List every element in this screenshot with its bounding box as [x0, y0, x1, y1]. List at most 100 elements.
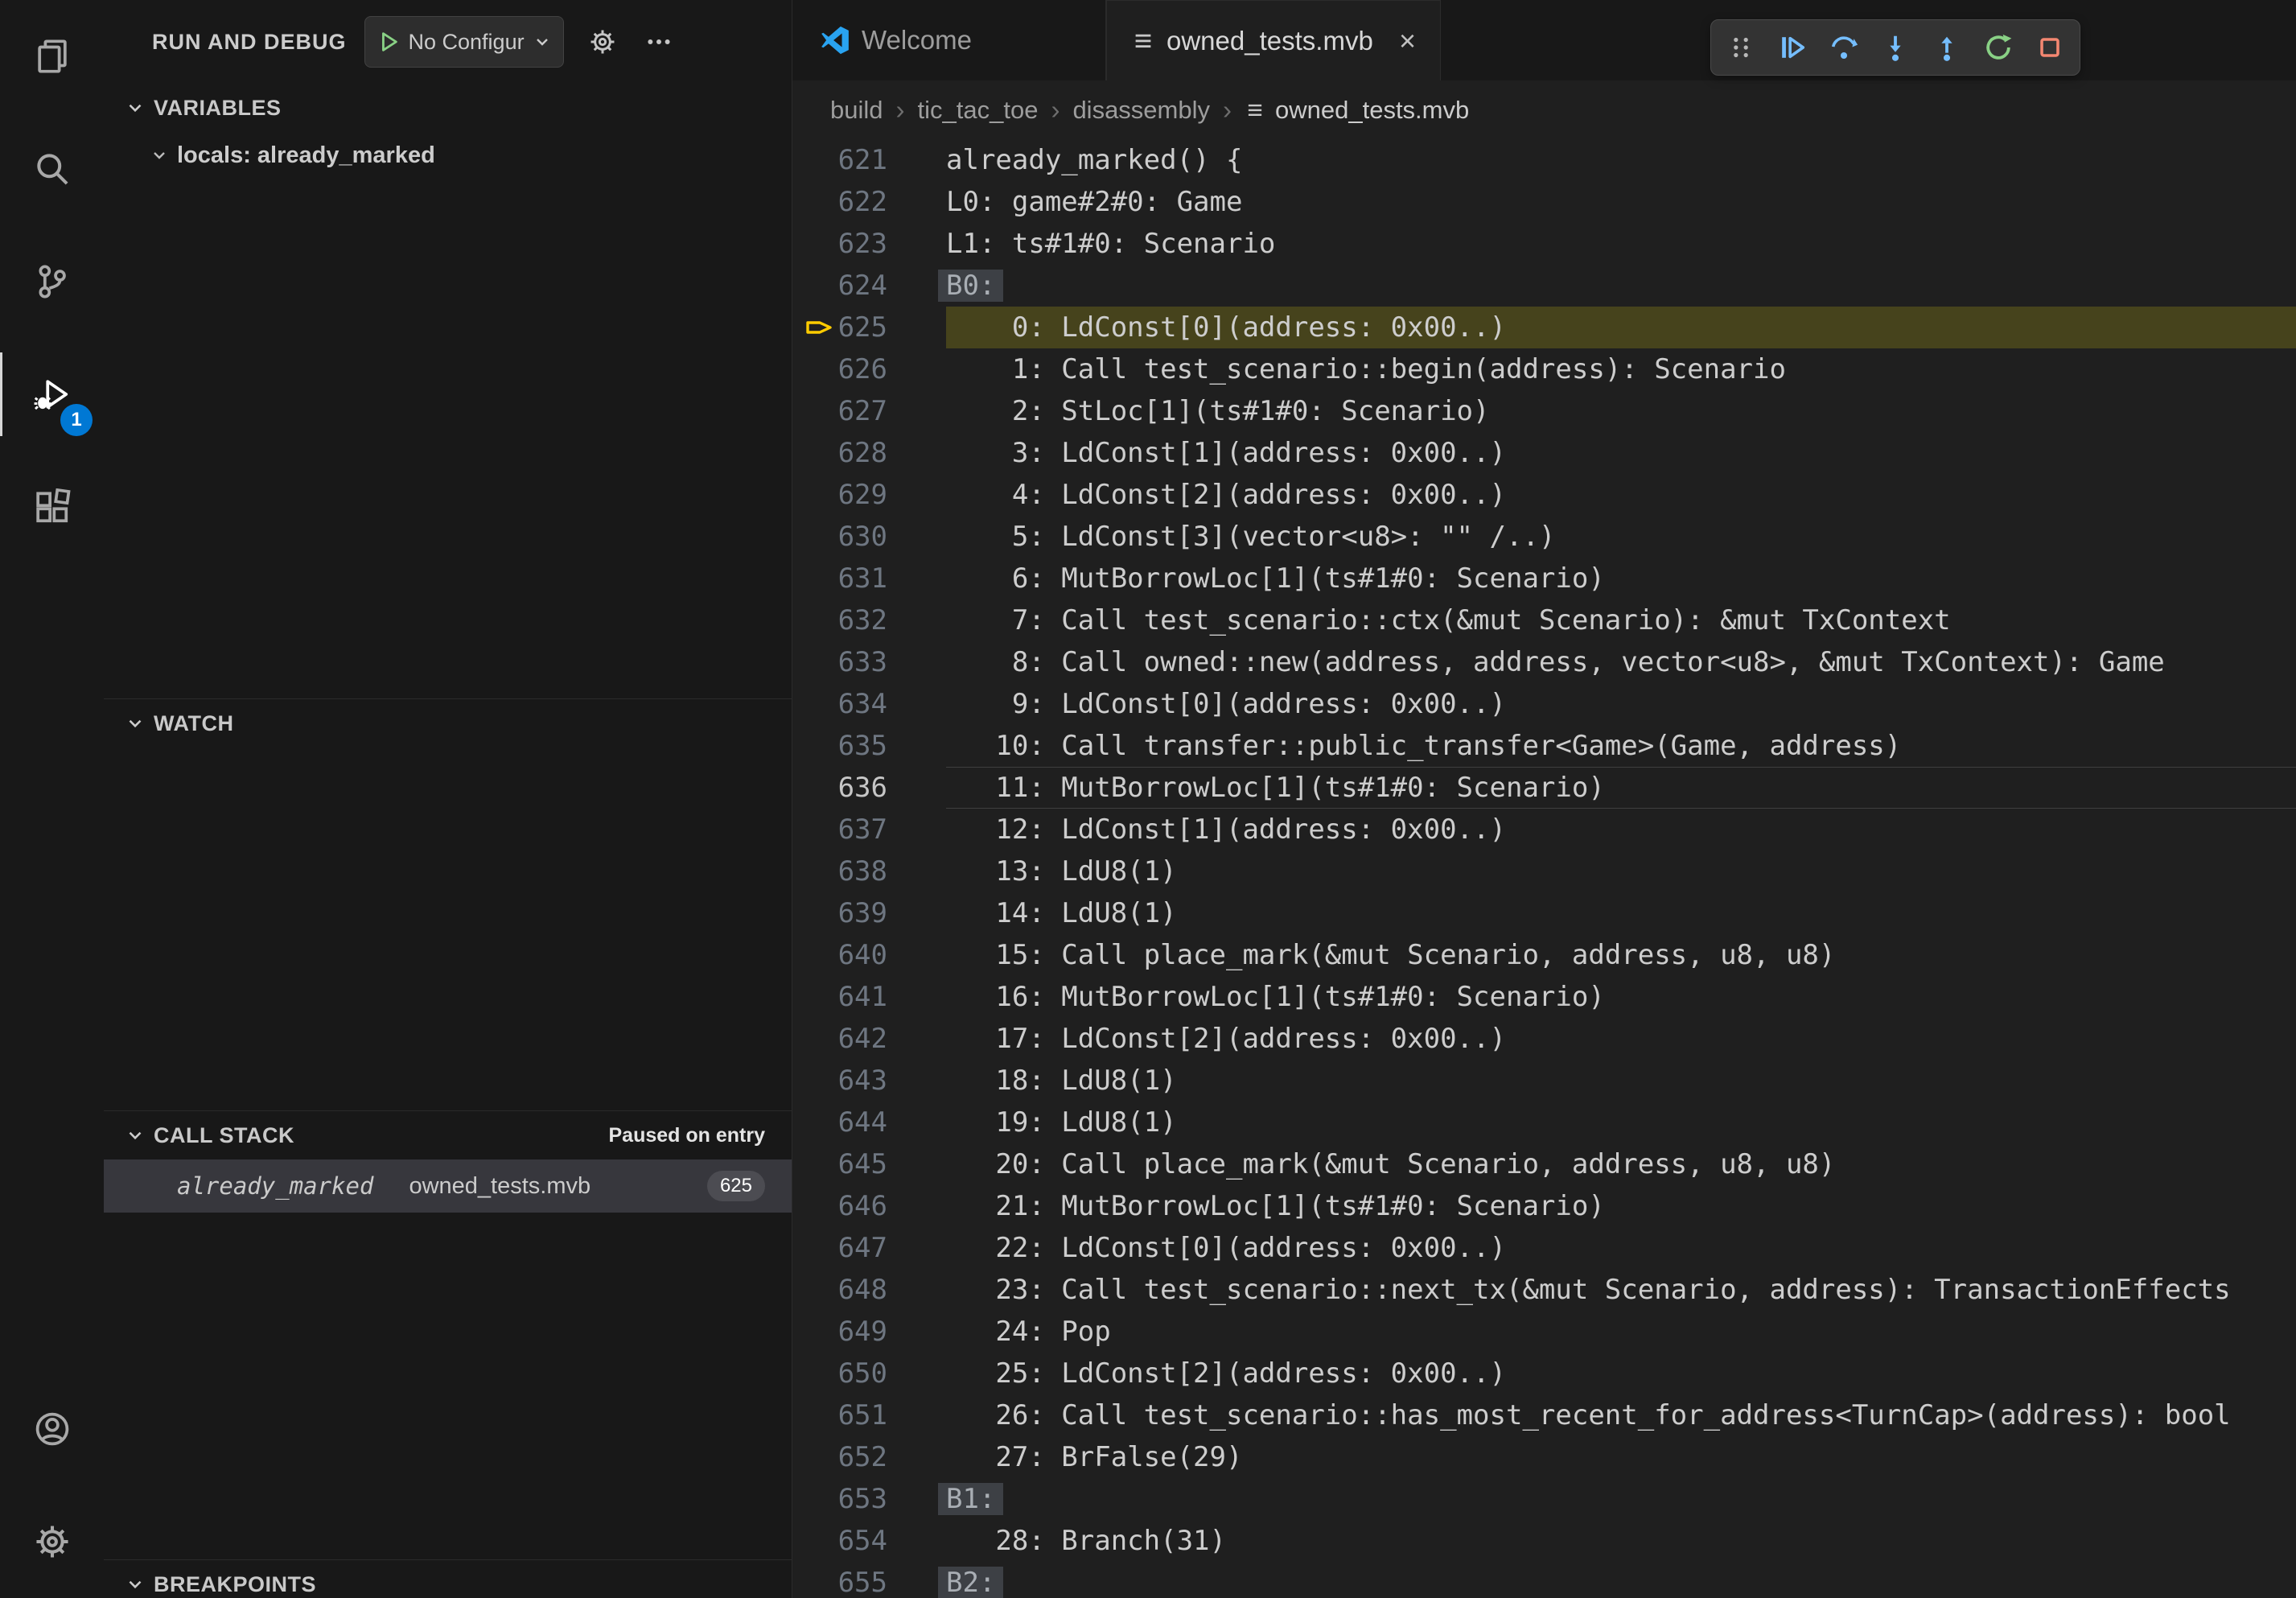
- code-line[interactable]: 655B2:: [792, 1562, 2296, 1598]
- code-line[interactable]: 632 7: Call test_scenario::ctx(&mut Scen…: [792, 599, 2296, 641]
- code-line[interactable]: 649 24: Pop: [792, 1311, 2296, 1353]
- sidebar-item-search[interactable]: [0, 113, 104, 225]
- editor-gutter[interactable]: 629: [792, 474, 946, 516]
- code-line[interactable]: 631 6: MutBorrowLoc[1](ts#1#0: Scenario): [792, 558, 2296, 599]
- code-line[interactable]: 646 21: MutBorrowLoc[1](ts#1#0: Scenario…: [792, 1185, 2296, 1227]
- code-line[interactable]: 635 10: Call transfer::public_transfer<G…: [792, 725, 2296, 767]
- editor-gutter[interactable]: 649: [792, 1311, 946, 1353]
- code-line[interactable]: 625 0: LdConst[0](address: 0x00..): [792, 307, 2296, 348]
- editor-gutter[interactable]: 631: [792, 558, 946, 599]
- settings-gear-button[interactable]: [0, 1485, 104, 1598]
- code-line[interactable]: 645 20: Call place_mark(&mut Scenario, a…: [792, 1143, 2296, 1185]
- editor-gutter[interactable]: 630: [792, 516, 946, 558]
- editor-gutter[interactable]: 633: [792, 641, 946, 683]
- toolbar-gripper[interactable]: [1719, 24, 1763, 71]
- code-line[interactable]: 654 28: Branch(31): [792, 1520, 2296, 1562]
- editor-gutter[interactable]: 624: [792, 265, 946, 307]
- editor-gutter[interactable]: 652: [792, 1436, 946, 1478]
- variables-section-header[interactable]: VARIABLES: [104, 84, 792, 132]
- code-line[interactable]: 642 17: LdConst[2](address: 0x00..): [792, 1018, 2296, 1060]
- code-line[interactable]: 633 8: Call owned::new(address, address,…: [792, 641, 2296, 683]
- stop-button[interactable]: [2028, 24, 2072, 71]
- debug-config-dropdown[interactable]: No Configur: [364, 16, 564, 68]
- editor-gutter[interactable]: 640: [792, 934, 946, 976]
- sidebar-item-explorer[interactable]: [0, 0, 104, 113]
- breadcrumb-item[interactable]: disassembly: [1072, 96, 1210, 125]
- restart-button[interactable]: [1977, 24, 2020, 71]
- code-line[interactable]: 627 2: StLoc[1](ts#1#0: Scenario): [792, 390, 2296, 432]
- editor-gutter[interactable]: 641: [792, 976, 946, 1018]
- editor-gutter[interactable]: 626: [792, 348, 946, 390]
- code-line[interactable]: 648 23: Call test_scenario::next_tx(&mut…: [792, 1269, 2296, 1311]
- code-line[interactable]: 644 19: LdU8(1): [792, 1102, 2296, 1143]
- code-line[interactable]: 622L0: game#2#0: Game: [792, 181, 2296, 223]
- editor-gutter[interactable]: 650: [792, 1353, 946, 1394]
- code-line[interactable]: 643 18: LdU8(1): [792, 1060, 2296, 1102]
- editor-gutter[interactable]: 623: [792, 223, 946, 265]
- account-button[interactable]: [0, 1373, 104, 1485]
- editor-gutter[interactable]: 644: [792, 1102, 946, 1143]
- code-line[interactable]: 652 27: BrFalse(29): [792, 1436, 2296, 1478]
- call-stack-section-header[interactable]: CALL STACK Paused on entry: [104, 1111, 792, 1159]
- editor-gutter[interactable]: 632: [792, 599, 946, 641]
- code-line[interactable]: 629 4: LdConst[2](address: 0x00..): [792, 474, 2296, 516]
- editor-gutter[interactable]: 646: [792, 1185, 946, 1227]
- code-line[interactable]: 653B1:: [792, 1478, 2296, 1520]
- debug-settings-button[interactable]: [585, 24, 620, 60]
- code-line[interactable]: 650 25: LdConst[2](address: 0x00..): [792, 1353, 2296, 1394]
- editor-gutter[interactable]: 639: [792, 892, 946, 934]
- editor-gutter[interactable]: 625: [792, 307, 946, 348]
- code-line[interactable]: 637 12: LdConst[1](address: 0x00..): [792, 809, 2296, 850]
- editor-gutter[interactable]: 643: [792, 1060, 946, 1102]
- code-line[interactable]: 641 16: MutBorrowLoc[1](ts#1#0: Scenario…: [792, 976, 2296, 1018]
- editor-gutter[interactable]: 634: [792, 683, 946, 725]
- editor-gutter[interactable]: 655: [792, 1562, 946, 1598]
- breadcrumb-item[interactable]: owned_tests.mvb: [1275, 96, 1469, 125]
- close-tab-icon[interactable]: ×: [1394, 25, 1421, 57]
- stack-frame-row[interactable]: already_marked owned_tests.mvb 625: [104, 1159, 792, 1213]
- code-line[interactable]: 624B0:: [792, 265, 2296, 307]
- breadcrumb-item[interactable]: tic_tac_toe: [918, 96, 1039, 125]
- editor-gutter[interactable]: 638: [792, 850, 946, 892]
- code-line[interactable]: 651 26: Call test_scenario::has_most_rec…: [792, 1394, 2296, 1436]
- code-line[interactable]: 628 3: LdConst[1](address: 0x00..): [792, 432, 2296, 474]
- editor-gutter[interactable]: 653: [792, 1478, 946, 1520]
- code-line[interactable]: 639 14: LdU8(1): [792, 892, 2296, 934]
- code-line[interactable]: 626 1: Call test_scenario::begin(address…: [792, 348, 2296, 390]
- breadcrumb-item[interactable]: build: [830, 96, 883, 125]
- more-actions-button[interactable]: [641, 24, 677, 60]
- step-into-button[interactable]: [1874, 24, 1917, 71]
- editor-gutter[interactable]: 642: [792, 1018, 946, 1060]
- code-line[interactable]: 630 5: LdConst[3](vector<u8>: "" /..): [792, 516, 2296, 558]
- editor-gutter[interactable]: 635: [792, 725, 946, 767]
- step-out-button[interactable]: [1925, 24, 1969, 71]
- tab-owned-tests[interactable]: owned_tests.mvb ×: [1106, 0, 1441, 80]
- editor-gutter[interactable]: 648: [792, 1269, 946, 1311]
- code-line[interactable]: 623L1: ts#1#0: Scenario: [792, 223, 2296, 265]
- code-line[interactable]: 634 9: LdConst[0](address: 0x00..): [792, 683, 2296, 725]
- code-line[interactable]: 638 13: LdU8(1): [792, 850, 2296, 892]
- editor-gutter[interactable]: 627: [792, 390, 946, 432]
- editor-gutter[interactable]: 637: [792, 809, 946, 850]
- code-line[interactable]: 640 15: Call place_mark(&mut Scenario, a…: [792, 934, 2296, 976]
- code-line[interactable]: 636 11: MutBorrowLoc[1](ts#1#0: Scenario…: [792, 767, 2296, 809]
- code-line[interactable]: 647 22: LdConst[0](address: 0x00..): [792, 1227, 2296, 1269]
- code-line[interactable]: 621already_marked() {: [792, 139, 2296, 181]
- tab-welcome[interactable]: Welcome: [792, 0, 1106, 80]
- editor-gutter[interactable]: 628: [792, 432, 946, 474]
- editor-gutter[interactable]: 651: [792, 1394, 946, 1436]
- editor-gutter[interactable]: 647: [792, 1227, 946, 1269]
- step-over-button[interactable]: [1822, 24, 1866, 71]
- editor-gutter[interactable]: 621: [792, 139, 946, 181]
- continue-button[interactable]: [1771, 24, 1814, 71]
- editor-gutter[interactable]: 654: [792, 1520, 946, 1562]
- sidebar-item-source-control[interactable]: [0, 225, 104, 338]
- sidebar-item-run-and-debug[interactable]: 1: [0, 338, 104, 451]
- editor-gutter[interactable]: 645: [792, 1143, 946, 1185]
- watch-section-header[interactable]: WATCH: [104, 699, 792, 748]
- editor-gutter[interactable]: 622: [792, 181, 946, 223]
- variables-scope-row[interactable]: locals: already_marked: [104, 132, 792, 179]
- editor-gutter[interactable]: 636: [792, 767, 946, 809]
- sidebar-item-extensions[interactable]: [0, 451, 104, 563]
- breakpoints-section-header[interactable]: BREAKPOINTS: [104, 1560, 792, 1598]
